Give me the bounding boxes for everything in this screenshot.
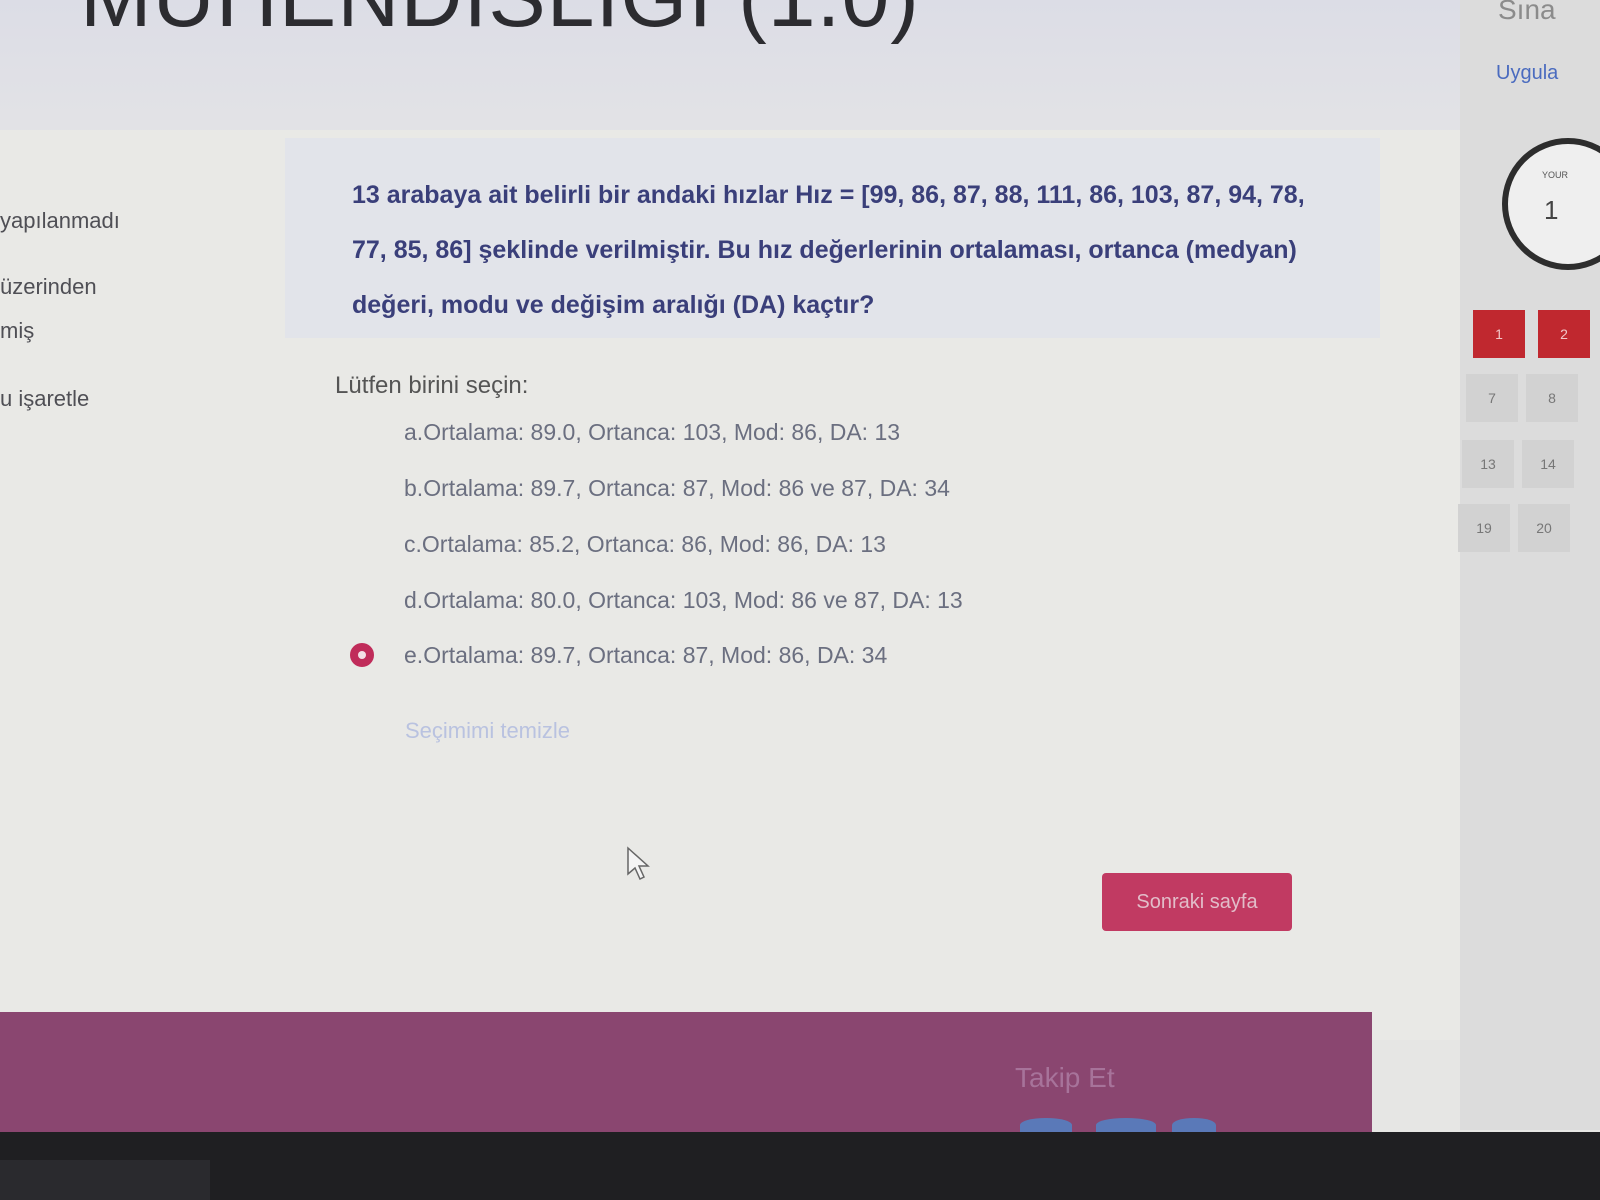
follow-label: Takip Et [1015,1062,1115,1093]
os-taskbar [0,1132,1600,1200]
question-grade-value: miş [0,318,35,343]
option-text: Ortalama: 89.0, Ortanca: 103, Mod: 86, D… [423,418,901,445]
timer-label: YOUR [1542,170,1569,180]
facebook-icon[interactable] [1020,1118,1072,1132]
answer-option-c[interactable]: c. Ortalama: 85.2, Ortanca: 86, Mod: 86,… [350,524,1150,564]
question-nav-button[interactable]: 20 [1518,504,1570,552]
answer-option-e[interactable]: e. Ortalama: 89.7, Ortanca: 87, Mod: 86,… [350,635,1150,675]
timer-value: 1 [1544,195,1559,225]
question-nav-button[interactable]: 14 [1522,440,1574,488]
answer-option-b[interactable]: b. Ortalama: 89.7, Ortanca: 87, Mod: 86 … [350,468,1150,508]
question-nav-button[interactable]: 7 [1466,374,1518,422]
question-nav-button[interactable]: 2 [1538,310,1590,358]
clear-selection-link[interactable]: Seçimimi temizle [405,718,570,744]
question-text: 13 arabaya ait belirli bir andaki hızlar… [352,181,1305,319]
taskbar-start-area[interactable] [0,1160,210,1200]
option-letter: b. [404,474,424,501]
mouse-cursor-icon [627,846,650,881]
option-text: Ortalama: 89.7, Ortanca: 87, Mod: 86, DA… [423,641,888,668]
option-letter: e. [404,641,424,668]
option-letter: d. [404,586,424,613]
question-nav-button[interactable]: 13 [1462,440,1514,488]
question-nav-button[interactable]: 19 [1458,504,1510,552]
option-letter: c. [404,530,422,557]
course-title: MÜHENDİSLİĞİ (1.0) [80,0,920,47]
instagram-icon[interactable] [1172,1118,1216,1132]
twitter-icon[interactable] [1096,1118,1156,1132]
answer-option-d[interactable]: d. Ortalama: 80.0, Ortanca: 103, Mod: 86… [350,580,1150,620]
next-page-button[interactable]: Sonraki sayfa [1102,873,1292,931]
option-text: Ortalama: 80.0, Ortanca: 103, Mod: 86 ve… [423,586,963,613]
answer-prompt: Lütfen birini seçin: [335,372,529,399]
quiz-nav-title: Sına [1498,0,1556,25]
question-grade-label: üzerinden [0,274,97,299]
option-letter: a. [404,418,424,445]
page-footer [0,1012,1372,1132]
radio-icon[interactable] [350,588,374,612]
option-text: Ortalama: 85.2, Ortanca: 86, Mod: 86, DA… [421,530,886,557]
radio-icon[interactable] [350,420,374,444]
radio-icon[interactable] [350,476,374,500]
page-header: MÜHENDİSLİĞİ (1.0) [0,0,1500,140]
question-nav-button[interactable]: 8 [1526,374,1578,422]
answer-option-a[interactable]: a. Ortalama: 89.0, Ortanca: 103, Mod: 86… [350,412,1150,452]
radio-icon[interactable] [350,532,374,556]
question-status: yapılanmadı [0,208,120,233]
option-text: Ortalama: 89.7, Ortanca: 87, Mod: 86 ve … [423,474,950,501]
flag-question-link[interactable]: u işaretle [0,386,89,412]
quiz-nav-link[interactable]: Uygula [1496,62,1558,85]
question-nav-button[interactable]: 1 [1473,310,1525,358]
radio-checked-icon[interactable] [350,643,374,667]
